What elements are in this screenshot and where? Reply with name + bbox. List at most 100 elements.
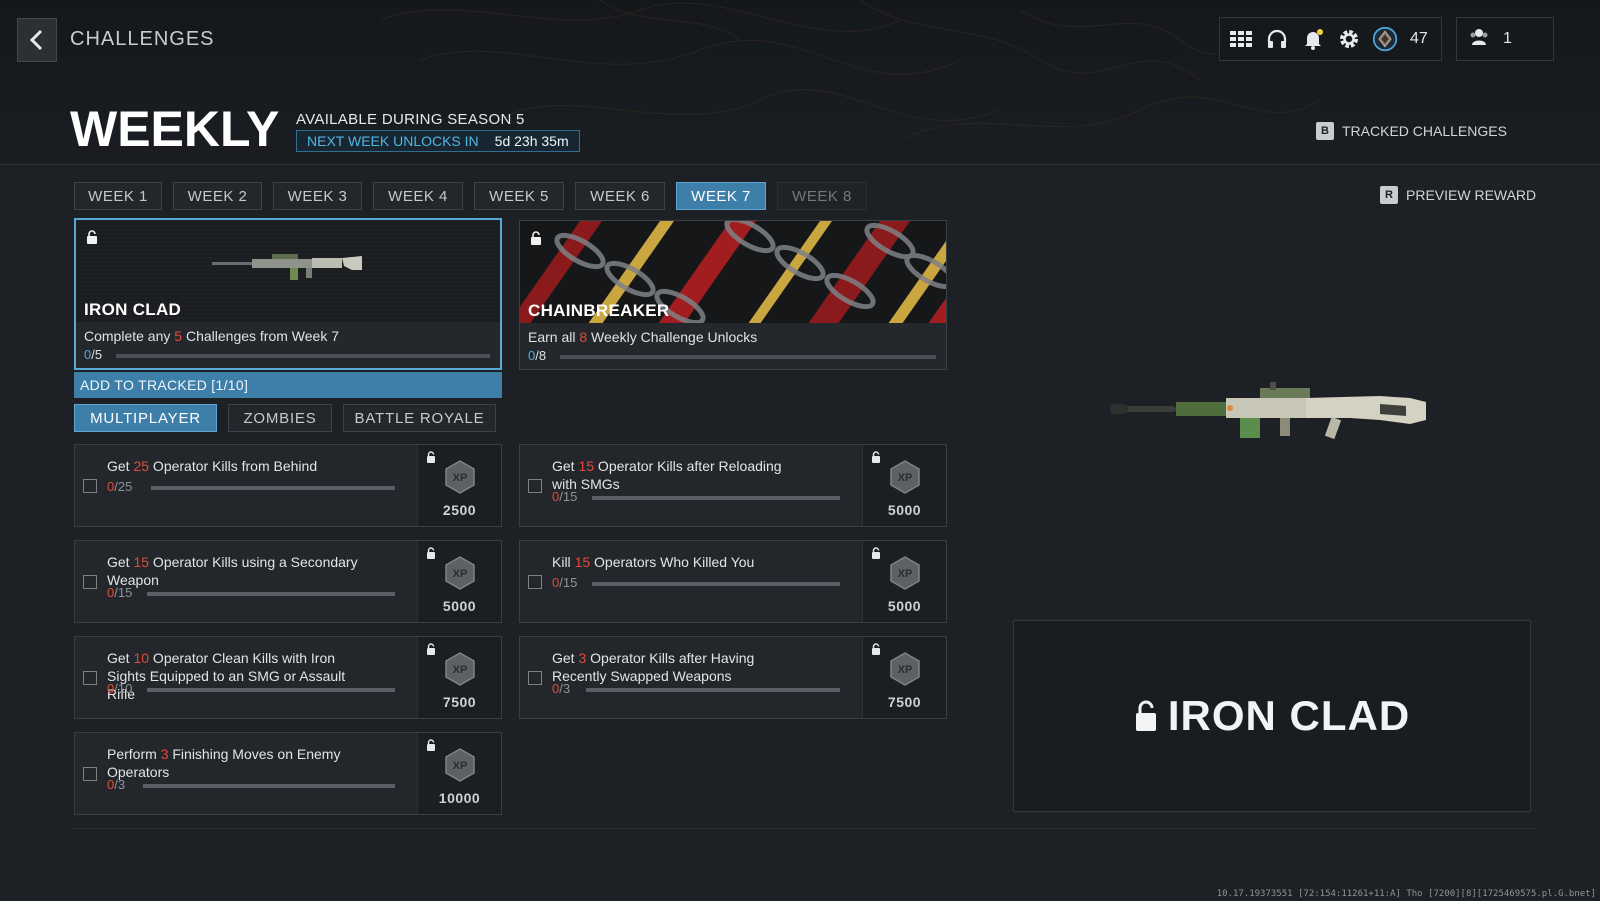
grid-menu-icon[interactable] xyxy=(1228,26,1254,52)
season-availability: AVAILABLE DURING SEASON 5 xyxy=(296,111,525,128)
notification-bell-icon[interactable] xyxy=(1300,26,1326,52)
svg-text:XP: XP xyxy=(453,760,468,772)
challenge-description: Kill 15 Operators Who Killed You xyxy=(552,553,807,571)
svg-text:XP: XP xyxy=(898,568,913,580)
progress-total: /15 xyxy=(559,489,578,504)
tab-week-2[interactable]: WEEK 2 xyxy=(173,182,262,210)
player-level: 47 xyxy=(1410,30,1428,47)
reward-preview-panel: IRON CLAD xyxy=(1013,620,1531,812)
challenge-progress-bar xyxy=(592,582,840,586)
xp-badge-icon: XP xyxy=(445,652,475,691)
xp-reward: XP 5000 xyxy=(417,541,501,622)
track-checkbox[interactable] xyxy=(528,575,542,589)
challenge-count: 15 xyxy=(578,458,595,474)
xp-amount: 10000 xyxy=(438,790,481,806)
hud-toolbar: 47 xyxy=(1219,17,1442,61)
challenge-text: Get xyxy=(107,554,134,570)
padlock-icon xyxy=(426,547,436,565)
reward-desc-count: 8 xyxy=(579,329,588,345)
preview-reward-button[interactable]: R PREVIEW REWARD xyxy=(1380,186,1536,204)
challenge-text: Get xyxy=(552,650,579,666)
track-checkbox[interactable] xyxy=(528,671,542,685)
build-version: 10.17.19373551 [72:154:11261+11:A] Tho [… xyxy=(1216,889,1596,899)
reward-progress-ironclad: 0/5 xyxy=(84,347,102,362)
tab-week-7[interactable]: WEEK 7 xyxy=(676,182,766,210)
progress-total: /15 xyxy=(114,585,133,600)
challenge-description: Get 25 Operator Kills from Behind xyxy=(107,457,362,475)
party-members-icon xyxy=(1469,27,1489,52)
xp-reward: XP 7500 xyxy=(862,637,946,718)
tab-zombies[interactable]: ZOMBIES xyxy=(228,404,332,432)
padlock-icon xyxy=(1135,700,1156,731)
party-count: 1 xyxy=(1503,30,1512,47)
xp-reward: XP 10000 xyxy=(417,733,501,814)
party-panel[interactable]: 1 xyxy=(1456,17,1554,61)
reward-desc-text: Complete any xyxy=(84,328,175,344)
track-checkbox[interactable] xyxy=(83,767,97,781)
xp-reward: XP 5000 xyxy=(862,541,946,622)
svg-text:XP: XP xyxy=(898,664,913,676)
challenge-card[interactable]: Kill 15 Operators Who Killed You 0/15 XP 50… xyxy=(519,540,947,623)
reward-card-ironclad[interactable]: IRON CLAD Complete any 5 Challenges from… xyxy=(74,218,502,370)
challenge-description: Get 10 Operator Clean Kills with Iron Si… xyxy=(107,649,362,703)
padlock-icon xyxy=(86,230,98,250)
progress-total: /8 xyxy=(535,348,547,363)
footer-divider xyxy=(74,828,1534,829)
challenge-progress: 0/10 xyxy=(107,681,132,697)
mode-tabs: MULTIPLAYER ZOMBIES BATTLE ROYALE xyxy=(74,404,496,432)
tab-week-4[interactable]: WEEK 4 xyxy=(373,182,463,210)
challenge-progress: 0/3 xyxy=(552,681,570,697)
key-r-icon: R xyxy=(1380,186,1398,204)
challenge-progress-bar xyxy=(592,496,840,500)
tab-week-5[interactable]: WEEK 5 xyxy=(474,182,564,210)
challenge-progress: 0/15 xyxy=(552,489,577,505)
challenge-card[interactable]: Get 15 Operator Kills using a Secondary … xyxy=(74,540,502,623)
page-breadcrumb: CHALLENGES xyxy=(70,28,215,50)
challenge-count: 15 xyxy=(133,554,150,570)
preview-reward-name: IRON CLAD xyxy=(1167,692,1411,739)
ironclad-weapon-preview xyxy=(1110,382,1426,440)
progress-total: /3 xyxy=(559,681,571,696)
xp-reward: XP 5000 xyxy=(862,445,946,526)
challenge-card[interactable]: Get 3 Operator Kills after Having Recent… xyxy=(519,636,947,719)
rank-emblem-icon[interactable] xyxy=(1372,26,1398,52)
challenge-card[interactable]: Get 25 Operator Kills from Behind 0/25 XP 2… xyxy=(74,444,502,527)
reward-card-chainbreaker[interactable]: CHAINBREAKER Earn all 8 Weekly Challenge… xyxy=(519,220,947,370)
back-button[interactable] xyxy=(17,18,57,62)
progress-total: /5 xyxy=(91,347,103,362)
reward-name-chainbreaker: CHAINBREAKER xyxy=(528,301,670,320)
add-to-tracked-button[interactable]: ADD TO TRACKED [1/10] xyxy=(74,372,502,398)
challenge-card[interactable]: Get 10 Operator Clean Kills with Iron Si… xyxy=(74,636,502,719)
headset-icon[interactable] xyxy=(1264,26,1290,52)
svg-text:XP: XP xyxy=(453,568,468,580)
reward-progress-bar xyxy=(560,355,936,359)
challenge-text: Get xyxy=(107,650,134,666)
challenge-description: Get 3 Operator Kills after Having Recent… xyxy=(552,649,807,685)
tracked-challenges-button[interactable]: B TRACKED CHALLENGES xyxy=(1316,122,1507,140)
challenge-progress-bar xyxy=(586,688,840,692)
tab-week-8[interactable]: WEEK 8 xyxy=(777,182,867,210)
xp-badge-icon: XP xyxy=(890,652,920,691)
challenge-text: Kill xyxy=(552,554,575,570)
tab-week-3[interactable]: WEEK 3 xyxy=(273,182,362,210)
challenge-text: Operators Who Killed You xyxy=(590,554,755,570)
track-checkbox[interactable] xyxy=(83,575,97,589)
svg-text:XP: XP xyxy=(453,472,468,484)
settings-gear-icon[interactable] xyxy=(1336,26,1362,52)
tab-multiplayer[interactable]: MULTIPLAYER xyxy=(74,404,217,432)
xp-amount: 2500 xyxy=(442,502,477,518)
xp-badge-icon: XP xyxy=(445,460,475,499)
track-checkbox[interactable] xyxy=(83,479,97,493)
tab-week-1[interactable]: WEEK 1 xyxy=(74,182,162,210)
tab-week-6[interactable]: WEEK 6 xyxy=(575,182,665,210)
track-checkbox[interactable] xyxy=(528,479,542,493)
challenge-card[interactable]: Get 15 Operator Kills after Reloading wi… xyxy=(519,444,947,527)
tab-battle-royale[interactable]: BATTLE ROYALE xyxy=(343,404,496,432)
challenge-card[interactable]: Perform 3 Finishing Moves on Enemy Opera… xyxy=(74,732,502,815)
xp-amount: 7500 xyxy=(887,694,922,710)
xp-badge-icon: XP xyxy=(445,556,475,595)
padlock-icon xyxy=(530,231,542,251)
reward-desc-text: Earn all xyxy=(528,329,580,345)
reward-name-ironclad: IRON CLAD xyxy=(84,300,182,319)
track-checkbox[interactable] xyxy=(83,671,97,685)
